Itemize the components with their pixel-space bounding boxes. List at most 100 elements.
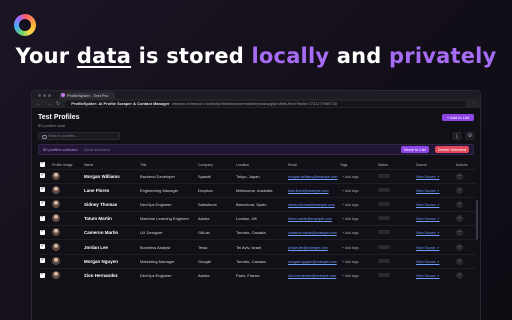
row-checkbox[interactable] bbox=[40, 186, 45, 193]
url-field[interactable]: ProfileSpider: AI Profile Scraper & Cont… bbox=[65, 100, 466, 107]
status-select[interactable] bbox=[378, 173, 390, 178]
view-source-link[interactable]: View Source ↗ bbox=[416, 274, 440, 278]
email-link[interactable]: zion.hernandez@example.com bbox=[288, 274, 336, 278]
location-cell: Toronto, Canada bbox=[234, 225, 286, 240]
table-row[interactable]: Jordan Lee Business AnalystTeslaTel Aviv,… bbox=[38, 239, 476, 255]
column-header[interactable]: Email bbox=[286, 161, 338, 169]
more-actions-icon[interactable]: ⋯ bbox=[456, 200, 463, 208]
row-checkbox[interactable] bbox=[40, 243, 45, 250]
table-row[interactable]: Tatum Martin Machine Learning EngineerAdo… bbox=[38, 211, 476, 226]
row-select-cell[interactable] bbox=[38, 267, 50, 283]
add-tags-button[interactable]: + Add tags bbox=[340, 203, 361, 207]
add-tags-button[interactable]: + Add tags bbox=[340, 274, 361, 278]
reload-icon[interactable]: ↻ bbox=[56, 101, 60, 107]
more-actions-icon[interactable]: ⋯ bbox=[456, 215, 463, 223]
view-source-link[interactable]: View Source ↗ bbox=[416, 246, 440, 250]
window-control-icon[interactable] bbox=[43, 93, 46, 97]
column-header[interactable]: Title bbox=[138, 161, 196, 169]
status-select[interactable] bbox=[378, 273, 390, 278]
app-content: Test Profiles 89 profiles total + Add to… bbox=[32, 108, 480, 283]
select-all-header[interactable] bbox=[38, 160, 50, 169]
status-select[interactable] bbox=[378, 201, 390, 206]
add-tags-button[interactable]: + Add tags bbox=[340, 175, 361, 179]
status-select[interactable] bbox=[378, 230, 390, 235]
more-actions-icon[interactable]: ⋯ bbox=[456, 229, 463, 237]
view-source-link[interactable]: View Source ↗ bbox=[416, 231, 440, 235]
delete-selected-button[interactable]: Delete Selected bbox=[434, 146, 469, 153]
name-cell: Jordan Lee bbox=[82, 239, 138, 255]
column-header[interactable]: Company bbox=[196, 161, 234, 169]
browser-tab[interactable]: ProfileSpider - Test Pro bbox=[59, 91, 115, 99]
row-select-cell[interactable] bbox=[38, 225, 50, 240]
row-select-cell[interactable] bbox=[38, 253, 50, 269]
add-tags-button[interactable]: + Add tags bbox=[340, 217, 361, 221]
row-checkbox[interactable] bbox=[40, 257, 45, 264]
view-source-link[interactable]: View Source ↗ bbox=[416, 189, 440, 193]
more-actions-icon[interactable]: ⋯ bbox=[456, 243, 463, 251]
more-actions-icon[interactable]: ⋯ bbox=[456, 172, 463, 180]
row-select-cell[interactable] bbox=[38, 168, 50, 184]
title-cell: DevOps Engineer bbox=[138, 267, 196, 283]
more-actions-icon[interactable]: ⋯ bbox=[456, 186, 463, 194]
clear-selection-link[interactable]: Clear selection bbox=[83, 147, 109, 152]
email-link[interactable]: sidney.thomas@example.com bbox=[288, 203, 335, 207]
view-source-link[interactable]: View Source ↗ bbox=[416, 217, 440, 221]
tags-cell: + Add tags bbox=[338, 168, 376, 184]
table-row[interactable]: Cameron Martin UX DesignerGitLabToronto, … bbox=[38, 225, 476, 240]
row-checkbox[interactable] bbox=[40, 214, 45, 221]
table-row[interactable]: Zion Hernandez DevOps EngineerAdobeParis,… bbox=[38, 267, 476, 283]
select-all-checkbox[interactable] bbox=[40, 160, 45, 167]
add-tags-button[interactable]: + Add tags bbox=[340, 246, 361, 250]
email-cell: lane.flores@example.com bbox=[286, 182, 338, 198]
status-select[interactable] bbox=[378, 187, 390, 192]
add-tags-button[interactable]: + Add tags bbox=[340, 260, 361, 264]
menu-icon[interactable]: ⋮ bbox=[471, 101, 476, 107]
view-source-link[interactable]: View Source ↗ bbox=[416, 175, 440, 179]
row-checkbox[interactable] bbox=[40, 271, 45, 278]
row-checkbox[interactable] bbox=[40, 200, 45, 207]
status-select[interactable] bbox=[378, 216, 390, 221]
email-link[interactable]: cameron.martin@example.com bbox=[288, 231, 337, 235]
back-icon[interactable]: ← bbox=[36, 101, 41, 107]
view-source-link[interactable]: View Source ↗ bbox=[416, 203, 440, 207]
settings-icon[interactable]: ⚙ bbox=[466, 132, 474, 140]
more-actions-icon[interactable]: ⋯ bbox=[456, 272, 463, 280]
add-tags-button[interactable]: + Add tags bbox=[340, 189, 361, 193]
row-checkbox[interactable] bbox=[40, 172, 45, 179]
more-actions-icon[interactable]: ⋯ bbox=[456, 257, 463, 265]
email-link[interactable]: jordan.lee@example.com bbox=[288, 246, 328, 250]
scrollbar[interactable] bbox=[476, 200, 478, 240]
forward-icon[interactable]: → bbox=[46, 101, 51, 107]
title-cell: Backend Developer bbox=[138, 168, 196, 184]
window-control-icon[interactable] bbox=[38, 93, 41, 97]
view-source-link[interactable]: View Source ↗ bbox=[416, 260, 440, 264]
profile-name: Morgan Nguyen bbox=[84, 258, 119, 264]
actions-cell: ⋯ bbox=[454, 267, 476, 283]
window-control-icon[interactable] bbox=[48, 93, 51, 97]
email-link[interactable]: lane.flores@example.com bbox=[288, 189, 329, 193]
move-to-list-button[interactable]: Move to List bbox=[401, 146, 429, 153]
row-select-cell[interactable] bbox=[38, 182, 50, 198]
add-tags-button[interactable]: + Add tags bbox=[340, 231, 361, 235]
email-link[interactable]: morgan.nguyen@example.com bbox=[288, 260, 337, 264]
add-to-list-button[interactable]: + Add to List bbox=[441, 114, 474, 121]
email-cell: cameron.martin@example.com bbox=[286, 225, 338, 240]
row-checkbox[interactable] bbox=[40, 228, 45, 235]
row-select-cell[interactable] bbox=[38, 211, 50, 226]
table-row[interactable]: Morgan Williams Backend DeveloperSpacellT… bbox=[38, 168, 476, 184]
row-select-cell[interactable] bbox=[38, 196, 50, 212]
export-icon[interactable]: ⤓ bbox=[453, 132, 461, 140]
email-link[interactable]: tatum.martin@example.com bbox=[288, 217, 332, 221]
column-header[interactable]: Name bbox=[82, 161, 138, 169]
status-select[interactable] bbox=[378, 244, 390, 249]
table-row[interactable]: Lane Flores Engineering ManagerDropboxMel… bbox=[38, 182, 476, 198]
email-cell: zion.hernandez@example.com bbox=[286, 267, 338, 283]
table-row[interactable]: Morgan Nguyen Marketing ManagerGoogleToro… bbox=[38, 253, 476, 269]
column-header[interactable]: Location bbox=[234, 161, 286, 169]
status-select[interactable] bbox=[378, 258, 390, 263]
search-input[interactable]: Search profiles... bbox=[38, 132, 120, 140]
row-select-cell[interactable] bbox=[38, 239, 50, 255]
profile-name: Morgan Williams bbox=[84, 173, 120, 179]
email-link[interactable]: morgan.williams@example.com bbox=[288, 175, 337, 179]
table-row[interactable]: Sidney Thomas DevOps EngineerSalesforceBa… bbox=[38, 196, 476, 212]
